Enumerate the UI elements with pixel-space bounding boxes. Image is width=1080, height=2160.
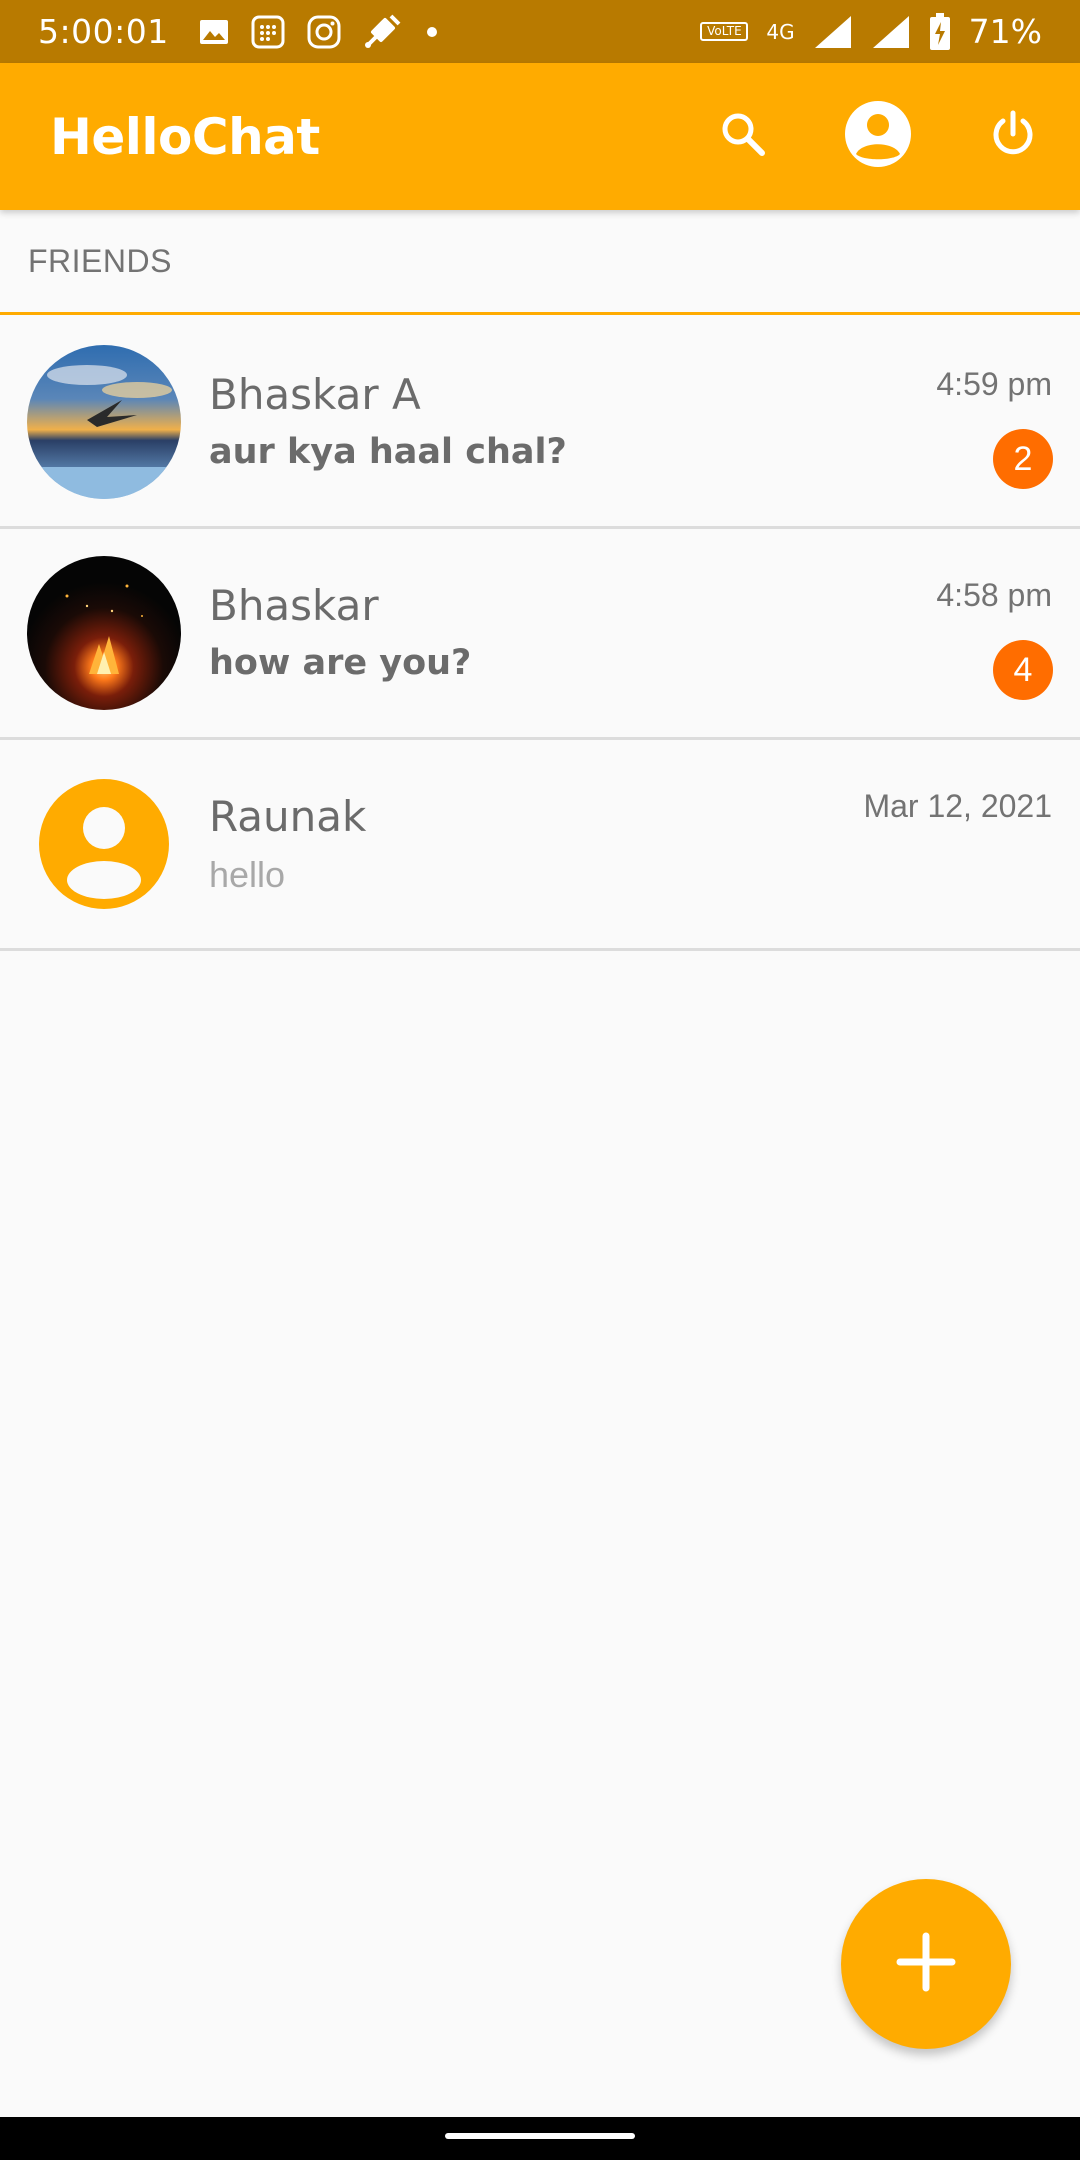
message-time: Mar 12, 2021 [863, 788, 1052, 824]
contact-name: Raunak [209, 792, 367, 841]
chat-row[interactable]: Bhaskar how are you? 4:58 pm 4 [0, 529, 1080, 740]
satellite-icon [363, 14, 403, 50]
notification-icons [199, 14, 439, 50]
avatar[interactable] [27, 556, 181, 710]
account-button[interactable] [810, 63, 945, 210]
battery-level: 71% [968, 12, 1042, 51]
last-message: how are you? [209, 643, 472, 683]
message-time: 4:59 pm [936, 366, 1052, 402]
dot-icon [425, 25, 439, 39]
unread-badge: 2 [993, 429, 1053, 489]
section-title: FRIENDS [28, 242, 172, 279]
app-bar-actions [675, 63, 1080, 210]
app-bar: HelloChat [0, 63, 1080, 210]
default-person-icon [39, 779, 169, 909]
search-icon [719, 110, 767, 163]
calendar-app-icon [251, 15, 285, 49]
status-time: 5:00:01 [38, 12, 169, 51]
last-message: aur kya haal chal? [209, 432, 567, 472]
instagram-icon [307, 15, 341, 49]
chat-row[interactable]: Raunak hello Mar 12, 2021 [0, 740, 1080, 951]
signal-icon [871, 14, 911, 50]
gallery-icon [199, 19, 229, 45]
signal-icon [813, 14, 853, 50]
navigation-bar [0, 2117, 1080, 2160]
power-icon [988, 109, 1038, 164]
chat-row[interactable]: Bhaskar A aur kya haal chal? 4:59 pm 2 [0, 318, 1080, 529]
logout-button[interactable] [945, 63, 1080, 210]
avatar-photo-sunset [27, 345, 181, 499]
plus-icon [896, 1932, 956, 1997]
home-gesture-handle[interactable] [445, 2133, 635, 2139]
unread-badge: 4 [993, 640, 1053, 700]
message-time: 4:58 pm [936, 577, 1052, 613]
network-type: 4G [766, 19, 795, 44]
new-chat-button[interactable] [841, 1879, 1011, 2049]
contact-name: Bhaskar A [209, 370, 421, 419]
avatar-photo-campfire [27, 556, 181, 710]
section-header: FRIENDS [0, 210, 1080, 315]
system-icons: VoLTE 4G 71% [700, 12, 1042, 51]
battery-charging-icon [929, 12, 951, 51]
chat-list: Bhaskar A aur kya haal chal? 4:59 pm 2 B… [0, 318, 1080, 951]
search-button[interactable] [675, 63, 810, 210]
volte-icon: VoLTE [700, 22, 749, 41]
last-message: hello [209, 854, 286, 895]
avatar[interactable] [27, 767, 181, 921]
app-title: HelloChat [50, 107, 320, 166]
contact-name: Bhaskar [209, 581, 379, 630]
status-bar: 5:00:01 VoLTE 4G 71% [0, 0, 1080, 63]
avatar[interactable] [27, 345, 181, 499]
4g-icon: 4G [766, 22, 794, 42]
account-icon [844, 100, 912, 173]
